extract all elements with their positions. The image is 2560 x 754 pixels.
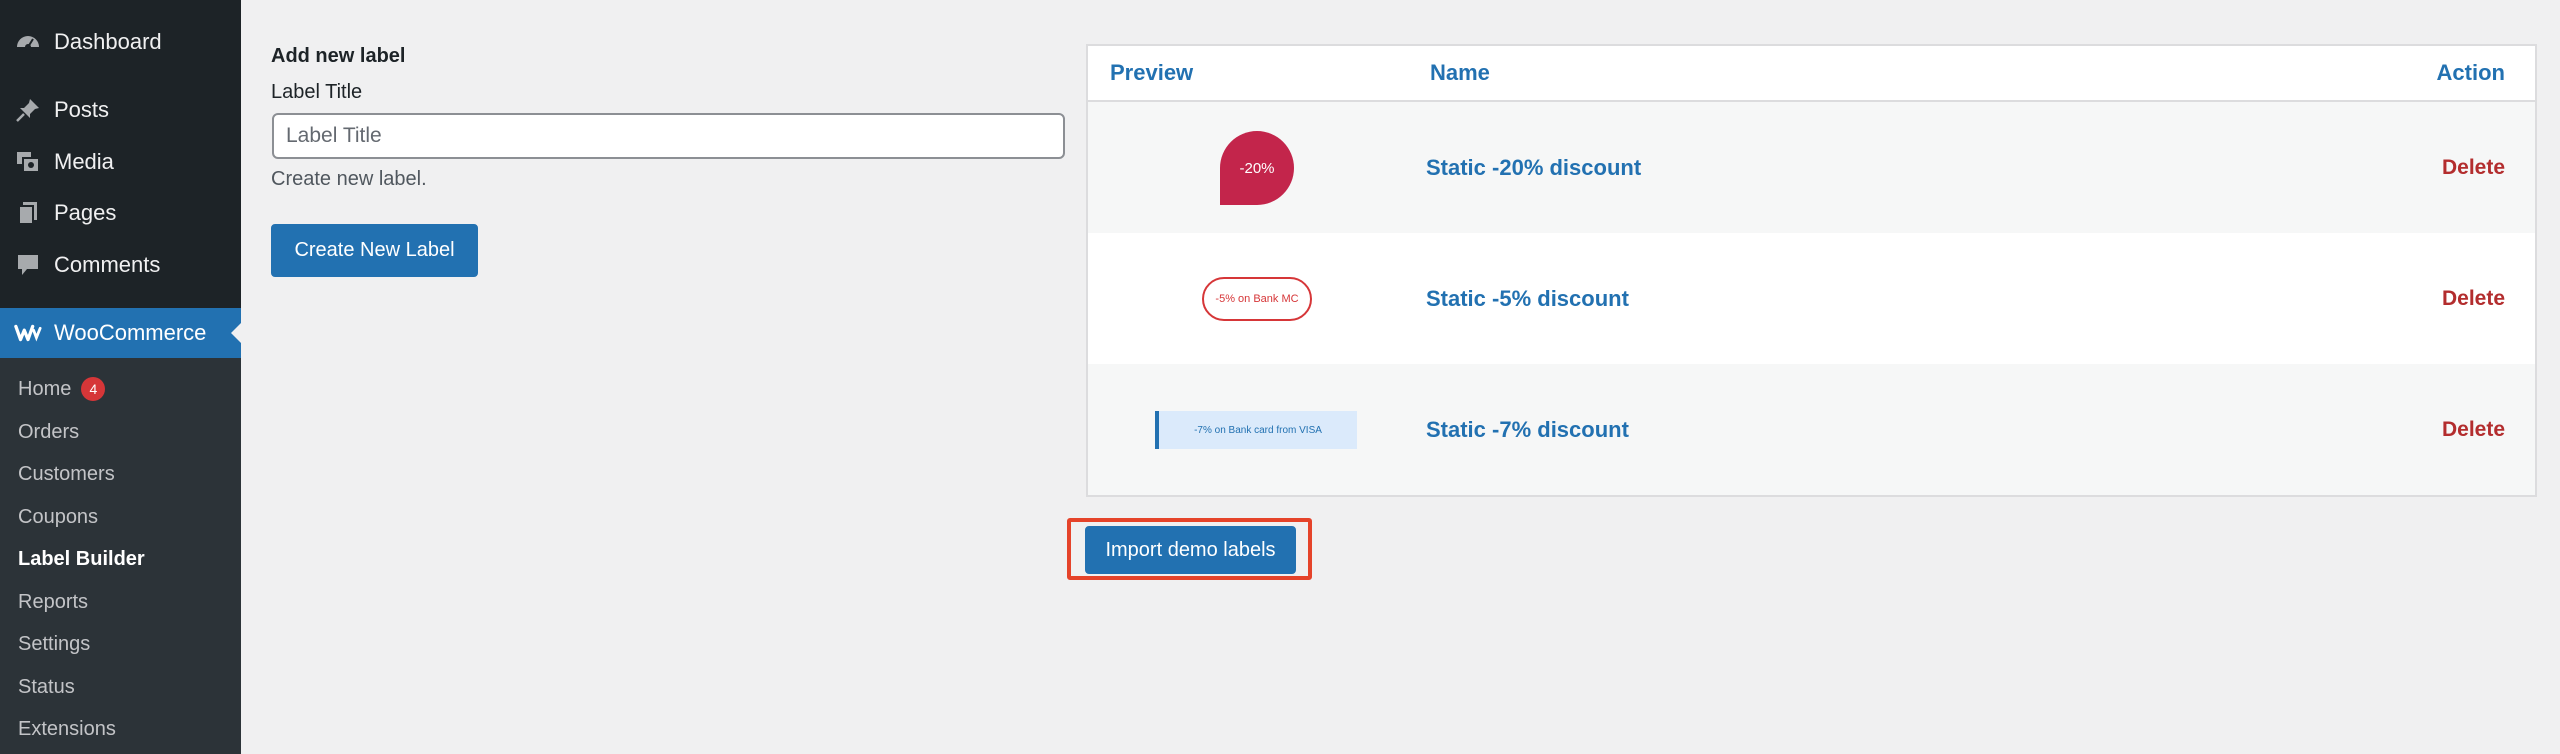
pin-icon bbox=[14, 96, 42, 124]
column-header-action: Action bbox=[2436, 60, 2505, 85]
table-header: Preview Name Action bbox=[1088, 46, 2535, 102]
submenu-label: Orders bbox=[18, 420, 80, 443]
table-row: -7% on Bank card from VISA Static -7% di… bbox=[1088, 364, 2535, 495]
woocommerce-submenu: Home 4 Orders Customers Coupons Label Bu… bbox=[0, 358, 241, 754]
table-row: -20% Static -20% discount Delete bbox=[1088, 102, 2535, 233]
menu-label: Posts bbox=[54, 97, 110, 122]
label-name-link[interactable]: Static -5% discount bbox=[1426, 286, 1629, 312]
delete-link[interactable]: Delete bbox=[2442, 287, 2505, 311]
form-description: Create new label. bbox=[271, 168, 427, 190]
submenu-item-label-builder[interactable]: Label Builder bbox=[18, 544, 145, 574]
labels-table: Preview Name Action -20% Static -20% dis… bbox=[1086, 44, 2537, 497]
pages-icon bbox=[14, 199, 42, 227]
dashboard-icon bbox=[14, 28, 42, 56]
menu-item-posts[interactable]: Posts bbox=[0, 85, 241, 135]
submenu-label: Customers bbox=[18, 462, 115, 485]
submenu-item-orders[interactable]: Orders bbox=[18, 417, 79, 447]
submenu-label: Coupons bbox=[18, 505, 99, 528]
menu-label: Pages bbox=[54, 200, 117, 225]
notification-badge: 4 bbox=[81, 377, 106, 401]
comment-icon bbox=[14, 251, 42, 279]
delete-link[interactable]: Delete bbox=[2442, 156, 2505, 180]
submenu-label: Settings bbox=[18, 632, 91, 655]
submenu-label: Home bbox=[18, 377, 72, 400]
label-preview: -20% bbox=[1220, 131, 1294, 205]
woocommerce-icon bbox=[14, 319, 42, 347]
submenu-item-extensions[interactable]: Extensions bbox=[18, 714, 116, 744]
column-header-name[interactable]: Name bbox=[1430, 46, 1490, 100]
submenu-item-customers[interactable]: Customers bbox=[18, 459, 115, 489]
menu-item-media[interactable]: Media bbox=[0, 137, 241, 187]
menu-label: WooCommerce bbox=[54, 320, 207, 345]
submenu-item-coupons[interactable]: Coupons bbox=[18, 502, 98, 532]
import-demo-labels-button[interactable]: Import demo labels bbox=[1085, 526, 1296, 574]
create-new-label-button[interactable]: Create New Label bbox=[271, 224, 478, 277]
submenu-item-home[interactable]: Home 4 bbox=[18, 374, 106, 404]
submenu-item-settings[interactable]: Settings bbox=[18, 629, 90, 659]
label-preview: -7% on Bank card from VISA bbox=[1155, 411, 1357, 449]
label-preview: -5% on Bank MC bbox=[1202, 277, 1312, 321]
label-title-input[interactable] bbox=[272, 113, 1065, 159]
media-icon bbox=[14, 148, 42, 176]
submenu-label: Label Builder bbox=[18, 547, 145, 570]
admin-sidebar: Dashboard Posts Media Pages Comments Woo… bbox=[0, 0, 242, 754]
column-header-preview[interactable]: Preview bbox=[1110, 46, 1193, 100]
menu-label: Dashboard bbox=[54, 29, 162, 54]
menu-label: Comments bbox=[54, 252, 161, 277]
table-row: -5% on Bank MC Static -5% discount Delet… bbox=[1088, 233, 2535, 364]
submenu-label: Reports bbox=[18, 590, 89, 613]
delete-link[interactable]: Delete bbox=[2442, 418, 2505, 442]
menu-item-woocommerce[interactable]: WooCommerce bbox=[0, 308, 242, 358]
submenu-item-reports[interactable]: Reports bbox=[18, 587, 88, 617]
menu-item-dashboard[interactable]: Dashboard bbox=[0, 17, 241, 67]
submenu-item-status[interactable]: Status bbox=[18, 672, 75, 702]
menu-item-pages[interactable]: Pages bbox=[0, 188, 241, 238]
form-title: Add new label bbox=[271, 45, 406, 67]
label-name-link[interactable]: Static -7% discount bbox=[1426, 417, 1629, 443]
menu-label: Media bbox=[54, 149, 114, 174]
submenu-label: Status bbox=[18, 675, 75, 698]
submenu-label: Extensions bbox=[18, 717, 116, 740]
label-title-field-label: Label Title bbox=[271, 81, 363, 103]
label-name-link[interactable]: Static -20% discount bbox=[1426, 155, 1641, 181]
menu-item-comments[interactable]: Comments bbox=[0, 240, 241, 290]
